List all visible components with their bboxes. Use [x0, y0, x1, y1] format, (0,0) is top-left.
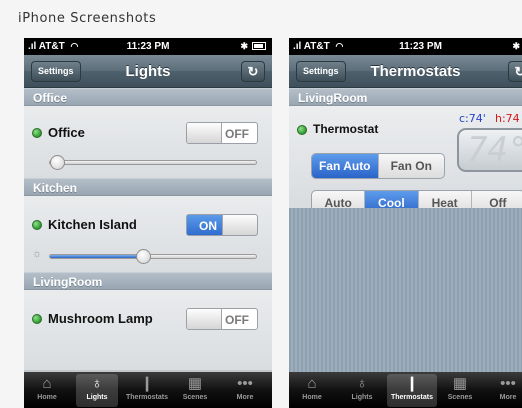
section-header-kitchen: Kitchen	[24, 178, 272, 196]
power-switch[interactable]: OFF	[186, 308, 258, 330]
refresh-icon[interactable]: ↻	[241, 61, 265, 82]
light-cell-kitchen-island: Kitchen Island ON ☼	[24, 196, 272, 272]
status-bar: .ıl AT&T ◠ 11:23 PM ✱	[289, 38, 522, 55]
tab-thermostats[interactable]: ❙ Thermostats	[126, 374, 168, 407]
status-led-icon	[32, 314, 42, 324]
power-switch[interactable]: ON	[186, 214, 258, 236]
lights-list: Office Office OFF Kitchen Kitchen Island…	[24, 88, 272, 372]
refresh-icon[interactable]: ↻	[508, 61, 522, 82]
section-header-office: Office	[24, 88, 272, 106]
tab-more[interactable]: ••• More	[487, 374, 522, 407]
tab-bar: ⌂ Home ♁ Lights ❙ Thermostats ▦ Scenes ••• Mo…	[289, 372, 522, 408]
device-label: Thermostat	[313, 122, 379, 136]
tab-more[interactable]: ••• More	[224, 374, 266, 407]
thermostats-screenshot: .ıl AT&T ◠ 11:23 PM ✱ Settings Thermosta…	[289, 38, 522, 408]
status-led-icon	[32, 128, 42, 138]
temperature-display: 74°	[457, 128, 522, 172]
nav-title: Thermostats	[370, 63, 461, 80]
battery-icon	[252, 42, 266, 50]
slider-thumb[interactable]	[50, 155, 65, 170]
fan-on-option[interactable]: Fan On	[379, 154, 445, 178]
pinstripe-background	[289, 208, 522, 372]
power-switch[interactable]: OFF	[186, 122, 258, 144]
section-header-livingroom: LivingRoom	[289, 88, 522, 106]
bluetooth-icon: ✱	[512, 41, 520, 51]
bulb-icon: ♁	[356, 375, 368, 392]
tab-lights[interactable]: ♁ Lights	[76, 374, 118, 407]
device-label: Kitchen Island	[48, 217, 137, 232]
page-heading: iPhone Screenshots	[18, 11, 157, 26]
light-cell-office: Office OFF	[24, 106, 272, 178]
tab-home[interactable]: ⌂ Home	[291, 374, 333, 407]
status-led-icon	[297, 125, 307, 135]
nav-title: Lights	[125, 63, 171, 80]
tab-scenes[interactable]: ▦ Scenes	[439, 374, 481, 407]
more-icon: •••	[500, 375, 516, 392]
dimmer-slider[interactable]	[49, 249, 257, 264]
more-icon: •••	[237, 375, 253, 392]
section-header-livingroom: LivingRoom	[24, 272, 272, 290]
dimmer-slider[interactable]	[49, 155, 257, 170]
heat-setpoint: h:74	[495, 112, 520, 125]
fan-auto-option[interactable]: Fan Auto	[312, 154, 379, 178]
tab-home[interactable]: ⌂ Home	[26, 374, 68, 407]
fan-mode-control[interactable]: Fan Auto Fan On	[311, 153, 445, 179]
tab-lights[interactable]: ♁ Lights	[341, 374, 383, 407]
status-time: 11:23 PM	[126, 41, 170, 52]
bulb-icon: ♁	[91, 375, 103, 392]
home-icon: ⌂	[42, 375, 52, 392]
device-label: Mushroom Lamp	[48, 311, 153, 326]
status-led-icon	[32, 220, 42, 230]
thermometer-icon: ❙	[140, 375, 154, 392]
tab-thermostats[interactable]: ❙ Thermostats	[387, 374, 437, 407]
nav-bar: Settings Thermostats ↻	[289, 55, 522, 88]
signal-icon: .ıl	[293, 41, 302, 52]
slider-thumb[interactable]	[135, 249, 151, 264]
lights-screenshot: .ıl AT&T ◠ 11:23 PM ✱ Settings Lights ↻ …	[24, 38, 272, 408]
status-time: 11:23 PM	[399, 41, 442, 52]
status-bar: .ıl AT&T ◠ 11:23 PM ✱	[24, 38, 272, 55]
nav-bar: Settings Lights ↻	[24, 55, 272, 88]
clapper-icon: ▦	[452, 375, 468, 392]
bluetooth-icon: ✱	[240, 41, 248, 51]
tab-bar: ⌂ Home ♁ Lights ❙ Thermostats ▦ Scenes ••• Mo…	[24, 372, 272, 408]
device-label: Office	[48, 125, 85, 140]
cool-setpoint: c:74'	[459, 112, 486, 125]
thermometer-icon: ❙	[405, 375, 419, 392]
dim-sun-icon: ☼	[32, 248, 43, 260]
settings-button[interactable]: Settings	[296, 61, 346, 82]
home-icon: ⌂	[307, 375, 317, 392]
tab-scenes[interactable]: ▦ Scenes	[174, 374, 216, 407]
thermostat-panel: LivingRoom Thermostat c:74' h:74 74° Fan…	[289, 88, 522, 372]
clapper-icon: ▦	[187, 375, 203, 392]
light-cell-mushroom-lamp: Mushroom Lamp OFF	[24, 290, 272, 370]
